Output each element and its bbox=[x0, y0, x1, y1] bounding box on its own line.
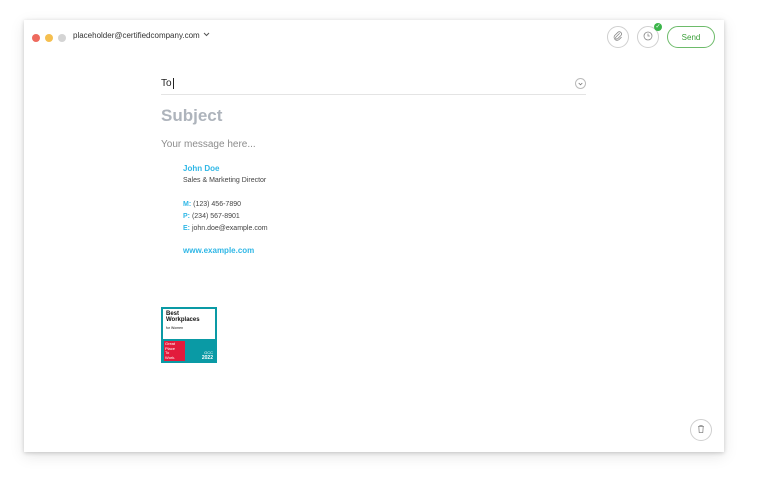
minimize-window-button[interactable] bbox=[45, 34, 53, 42]
phone-value: (234) 567-8901 bbox=[191, 213, 240, 220]
send-button[interactable]: Send bbox=[667, 26, 715, 48]
signature-mobile: M: (123) 456-7890 bbox=[183, 199, 586, 211]
discard-button[interactable] bbox=[690, 419, 712, 441]
great-place-to-work-badge: Best Workplaces for Women Great Place To… bbox=[161, 307, 217, 363]
chevron-down-icon bbox=[203, 32, 210, 39]
badge-logo-line: Work. bbox=[165, 354, 176, 360]
to-label: To bbox=[161, 77, 172, 89]
close-window-button[interactable] bbox=[32, 34, 40, 42]
badge-logo: Great Place To Work. bbox=[164, 341, 185, 361]
badge-footer: Great Place To Work. GCC 2022 bbox=[163, 339, 215, 361]
signature-contact: M: (123) 456-7890 P: (234) 567-8901 E: j… bbox=[183, 199, 586, 235]
toolbar: ✓ Send bbox=[607, 23, 715, 48]
mobile-value: (123) 456-7890 bbox=[193, 201, 241, 208]
attach-button[interactable] bbox=[607, 26, 629, 48]
email-key: E: bbox=[183, 225, 190, 232]
email-value[interactable]: john.doe@example.com bbox=[192, 225, 268, 232]
to-field[interactable]: To bbox=[161, 72, 586, 95]
schedule-clock-icon bbox=[643, 28, 653, 46]
attachment-icon bbox=[613, 28, 623, 46]
from-account-selector[interactable]: placeholder@certifiedcompany.com bbox=[73, 31, 210, 40]
schedule-send-button[interactable]: ✓ bbox=[637, 23, 662, 48]
email-signature: John Doe Sales & Marketing Director M: (… bbox=[183, 164, 586, 255]
signature-email: E: john.doe@example.com bbox=[183, 223, 586, 235]
phone-key: P: bbox=[183, 213, 190, 220]
chevron-down-icon bbox=[578, 82, 583, 85]
signature-name: John Doe bbox=[183, 164, 220, 173]
trash-icon bbox=[696, 421, 706, 439]
text-cursor bbox=[172, 77, 174, 89]
signature-title: Sales & Marketing Director bbox=[183, 177, 267, 184]
badge-for-text: for Women bbox=[166, 326, 184, 330]
check-icon: ✓ bbox=[654, 23, 662, 31]
badge-line2: Workplaces bbox=[166, 317, 200, 323]
compose-window: placeholder@certifiedcompany.com ✓ Send bbox=[24, 20, 724, 452]
signature-phone: P: (234) 567-8901 bbox=[183, 211, 586, 223]
message-body[interactable]: Your message here... bbox=[161, 139, 586, 150]
subject-field[interactable]: Subject bbox=[161, 106, 586, 126]
badge-year: 2022 bbox=[201, 355, 213, 361]
signature-website[interactable]: www.example.com bbox=[183, 246, 586, 255]
from-account-email: placeholder@certifiedcompany.com bbox=[73, 31, 200, 40]
badge-header: Best Workplaces for Women bbox=[163, 309, 215, 339]
expand-recipients-button[interactable] bbox=[575, 78, 586, 89]
compose-area: To Subject Your message here... John Doe… bbox=[161, 72, 586, 255]
zoom-window-button[interactable] bbox=[58, 34, 66, 42]
mobile-key: M: bbox=[183, 201, 192, 208]
window-controls bbox=[32, 34, 66, 42]
